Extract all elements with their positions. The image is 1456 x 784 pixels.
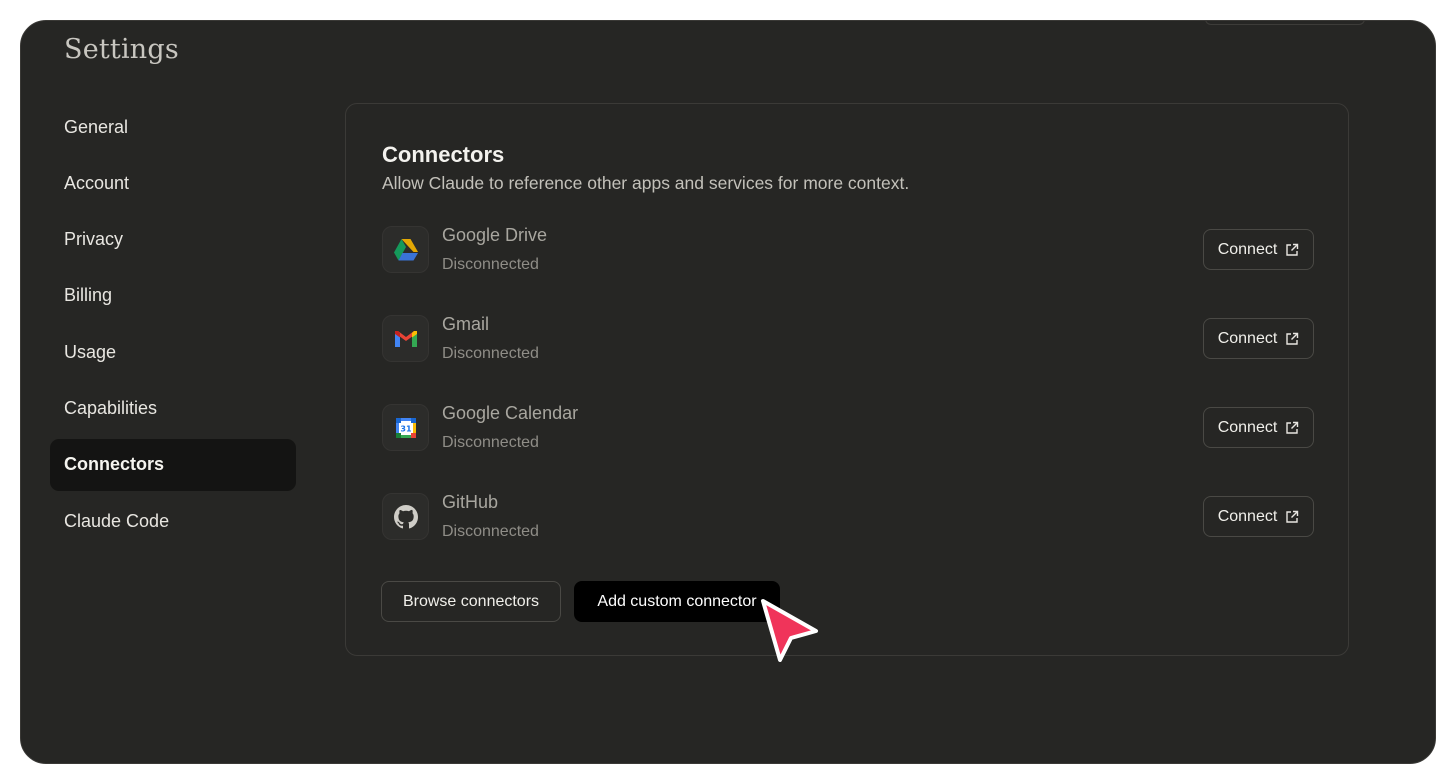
sidebar-item-usage[interactable]: Usage: [50, 326, 296, 378]
connectors-heading: Connectors: [382, 142, 505, 167]
sidebar-item-label: Connectors: [64, 454, 165, 475]
external-link-icon: [1286, 243, 1299, 256]
connector-row-google-drive: Google Drive Disconnected Connect: [382, 225, 1314, 275]
sidebar-item-billing[interactable]: Billing: [50, 270, 296, 322]
connector-status: Disconnected: [442, 434, 539, 451]
sidebar-item-label: Claude Code: [64, 510, 170, 531]
connect-google-calendar-button[interactable]: Connect: [1203, 407, 1314, 448]
connector-row-gmail: Gmail Disconnected Connect: [382, 314, 1314, 364]
sidebar-item-account[interactable]: Account: [50, 157, 296, 209]
connector-name: Gmail: [442, 314, 490, 334]
sidebar-item-capabilities[interactable]: Capabilities: [50, 382, 296, 434]
google-drive-icon: [382, 226, 429, 273]
connect-button-label: Connect: [1217, 418, 1278, 436]
sidebar-item-label: General: [64, 116, 129, 137]
sidebar-item-label: Account: [64, 172, 130, 193]
connector-status: Disconnected: [442, 523, 539, 540]
page-title: Settings: [64, 34, 179, 65]
connector-name: Google Calendar: [442, 403, 579, 423]
google-calendar-icon: 31: [382, 404, 429, 451]
sidebar-item-label: Privacy: [64, 229, 124, 250]
connector-status: Disconnected: [442, 345, 539, 362]
connect-github-button[interactable]: Connect: [1203, 496, 1314, 537]
connector-name: GitHub: [442, 492, 499, 512]
window-top-edge: [1205, 21, 1365, 25]
sidebar-item-claude-code[interactable]: Claude Code: [50, 495, 296, 547]
connect-button-label: Connect: [1217, 329, 1278, 347]
connect-button-label: Connect: [1217, 240, 1278, 258]
sidebar-item-label: Capabilities: [64, 397, 158, 418]
settings-window: Settings General Account Privacy Billing…: [20, 20, 1436, 764]
add-custom-connector-button[interactable]: Add custom connector: [574, 581, 780, 622]
connector-name: Google Drive: [442, 225, 548, 245]
connectors-card: Connectors Allow Claude to reference oth…: [345, 103, 1349, 656]
connect-google-drive-button[interactable]: Connect: [1203, 229, 1314, 270]
connectors-description: Allow Claude to reference other apps and…: [382, 173, 910, 193]
settings-sidebar: General Account Privacy Billing Usage Ca…: [50, 101, 296, 551]
external-link-icon: [1286, 510, 1299, 523]
calendar-day-number: 31: [400, 424, 412, 433]
external-link-icon: [1286, 332, 1299, 345]
browse-connectors-button[interactable]: Browse connectors: [381, 581, 561, 622]
connector-status: Disconnected: [442, 256, 539, 273]
sidebar-item-label: Billing: [64, 285, 113, 306]
sidebar-item-general[interactable]: General: [50, 101, 296, 153]
connector-row-google-calendar: 31 Google Calendar Disconnected Connect: [382, 403, 1314, 453]
sidebar-item-connectors[interactable]: Connectors: [50, 438, 296, 491]
connector-row-github: GitHub Disconnected Connect: [382, 492, 1314, 542]
sidebar-item-label: Usage: [64, 341, 117, 362]
external-link-icon: [1286, 421, 1299, 434]
gmail-icon: [382, 315, 429, 362]
sidebar-item-privacy[interactable]: Privacy: [50, 214, 296, 266]
connect-gmail-button[interactable]: Connect: [1203, 318, 1314, 359]
mouse-cursor-icon: [761, 599, 818, 662]
github-icon: [382, 493, 429, 540]
connect-button-label: Connect: [1217, 507, 1278, 525]
